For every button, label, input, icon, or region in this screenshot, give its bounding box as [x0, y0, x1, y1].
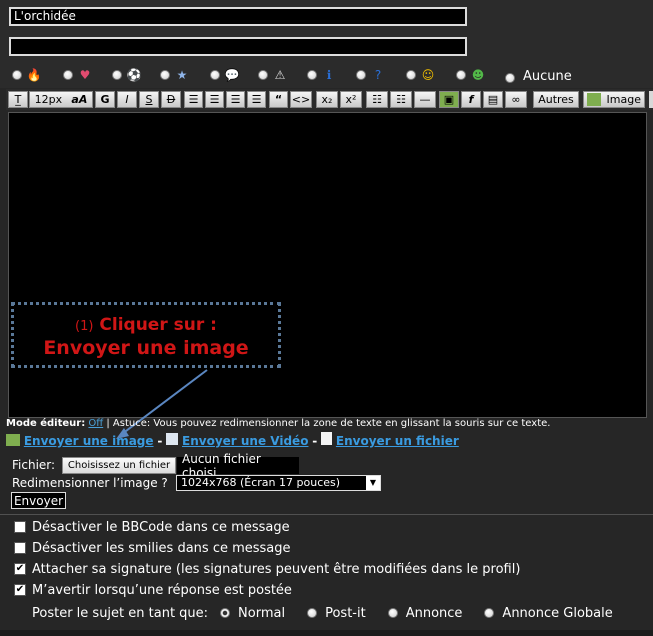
chevron-down-icon[interactable]: ▼	[366, 476, 380, 490]
send-button[interactable]: Envoyer	[11, 492, 66, 509]
option-notify-reply[interactable]: ✔ M’avertir lorsqu’une réponse est posté…	[14, 582, 292, 598]
editor-mode-toggle[interactable]: Off	[88, 418, 103, 429]
link-separator: -	[157, 434, 163, 448]
checkbox[interactable]	[14, 521, 26, 533]
option-label: Désactiver le BBCode dans ce message	[32, 519, 290, 535]
post-type-globale-radio[interactable]	[484, 608, 495, 618]
option-disable-smilies[interactable]: Désactiver les smilies dans ce message	[14, 540, 291, 556]
editor-mode-line: Mode éditeur: Off | Astuce: Vous pouvez …	[6, 418, 550, 429]
choose-file-button[interactable]: Choisissez un fichier	[62, 457, 176, 474]
post-type-label: Poster le sujet en tant que:	[32, 605, 209, 621]
upload-links: Envoyer une image - Envoyer une Vidéo - …	[6, 432, 459, 450]
editor-tip: | Astuce: Vous pouvez redimensionner la …	[106, 418, 551, 429]
checkbox-checked[interactable]: ✔	[14, 584, 26, 596]
option-label: Désactiver les smilies dans ce message	[32, 540, 291, 556]
option-label: Attacher sa signature (les signatures pe…	[32, 561, 521, 577]
post-type-postit-label: Post-it	[325, 605, 366, 621]
file-label: Fichier:	[12, 458, 56, 472]
resize-label: Redimensionner l’image ?	[12, 476, 168, 490]
post-type-annonce-label: Annonce	[405, 605, 463, 621]
resize-select[interactable]: 1024x768 (Écran 17 pouces) ▼	[176, 475, 381, 491]
link-separator: -	[312, 434, 318, 448]
option-disable-bbcode[interactable]: Désactiver le BBCode dans ce message	[14, 519, 290, 535]
upload-file-icon	[321, 432, 333, 445]
section-divider	[0, 514, 653, 515]
post-type-postit-radio[interactable]	[307, 608, 318, 618]
post-type-normal-radio[interactable]	[220, 608, 231, 618]
editor-mode-label: Mode éditeur:	[6, 418, 86, 429]
bottom-bar	[0, 630, 653, 636]
post-type-annonce-radio[interactable]	[387, 608, 398, 618]
checkbox-checked[interactable]: ✔	[14, 563, 26, 575]
upload-image-link[interactable]: Envoyer une image	[24, 434, 154, 448]
option-attach-signature[interactable]: ✔ Attacher sa signature (les signatures …	[14, 561, 520, 577]
upload-video-link[interactable]: Envoyer une Vidéo	[182, 434, 308, 448]
checkbox[interactable]	[14, 542, 26, 554]
post-type-globale-label: Annonce Globale	[502, 605, 613, 621]
post-type-normal-label: Normal	[238, 605, 286, 621]
upload-image-icon	[6, 434, 20, 446]
resize-select-value: 1024x768 (Écran 17 pouces)	[181, 476, 341, 489]
no-file-chosen: Aucun fichier choisi	[177, 452, 299, 480]
option-label: M’avertir lorsqu’une réponse est postée	[32, 582, 292, 598]
post-type-row: Poster le sujet en tant que: Normal Post…	[32, 605, 613, 621]
upload-file-link[interactable]: Envoyer un fichier	[336, 434, 459, 448]
upload-video-icon	[166, 433, 179, 445]
